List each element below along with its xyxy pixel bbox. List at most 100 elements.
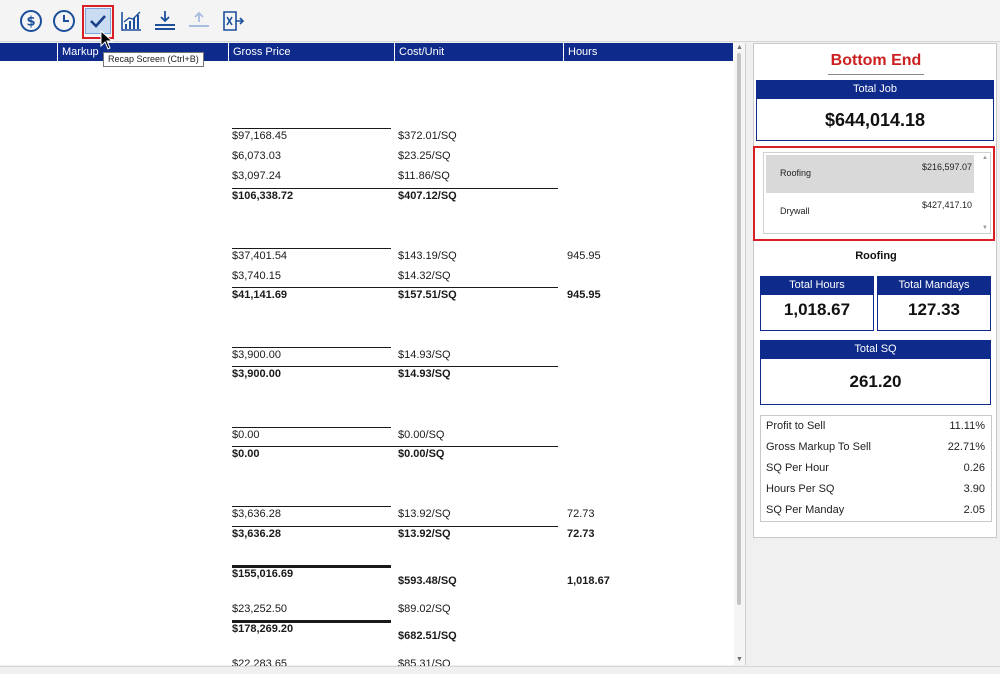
column-header-hours[interactable]: Hours — [563, 43, 733, 61]
stat-label: SQ Per Hour — [766, 462, 829, 474]
total-rule — [232, 427, 391, 428]
tooltip: Recap Screen (Ctrl+B) — [103, 52, 204, 67]
total-rule — [232, 248, 391, 249]
stat-label: Profit to Sell — [766, 420, 826, 432]
gross-price-cell: $106,338.72 — [232, 190, 294, 202]
total-job-header: Total Job — [756, 80, 994, 99]
hours-cell: 945.95 — [567, 289, 601, 301]
total-sq-header: Total SQ — [760, 340, 991, 359]
dollar-icon: $ — [20, 10, 42, 32]
selected-trade-label: Roofing — [855, 250, 897, 262]
stat-row: Hours Per SQ 3.90 — [761, 479, 993, 500]
stat-row: Gross Markup To Sell 22.71% — [761, 437, 993, 458]
trade-list[interactable]: Roofing $216,597.07 Drywall $427,417.10 … — [763, 152, 991, 234]
export-excel-icon — [223, 11, 245, 31]
grid-scrollbar[interactable]: ▲ ▼ — [734, 43, 745, 665]
gross-price-cell: $3,900.00 — [232, 368, 281, 380]
trade-value: $216,597.07 — [921, 162, 972, 172]
scroll-down-icon[interactable]: ▼ — [734, 655, 745, 665]
download-icon — [155, 11, 175, 30]
hours-cell: 1,018.67 — [567, 575, 610, 587]
cost-unit-cell: $89.02/SQ — [398, 603, 451, 615]
trade-name: Drywall — [780, 206, 810, 216]
stat-label: Hours Per SQ — [766, 483, 835, 495]
trade-item-roofing[interactable]: Roofing $216,597.07 — [766, 155, 974, 193]
upload-icon — [189, 11, 209, 27]
gross-price-cell: $3,740.15 — [232, 270, 281, 282]
cost-unit-cell: $0.00/SQ — [398, 448, 445, 460]
clock-button[interactable] — [51, 8, 77, 34]
gross-price-cell: $23,252.50 — [232, 603, 288, 615]
scroll-up-icon[interactable]: ▲ — [981, 155, 989, 161]
cost-unit-cell: $372.01/SQ — [398, 130, 457, 142]
cost-unit-cell: $407.12/SQ — [398, 190, 457, 202]
gross-price-cell: $0.00 — [232, 448, 260, 460]
stat-row: SQ Per Manday 2.05 — [761, 500, 993, 521]
chart-button[interactable] — [118, 8, 144, 34]
column-header-cost-unit[interactable]: Cost/Unit — [394, 43, 563, 61]
panel-title: Bottom End — [830, 52, 922, 69]
title-underline — [828, 74, 924, 75]
gross-price-cell: $37,401.54 — [232, 250, 288, 262]
total-rule — [232, 366, 558, 367]
gross-price-cell: $3,636.28 — [232, 528, 281, 540]
scroll-thumb[interactable] — [737, 53, 741, 605]
total-hours-header: Total Hours — [760, 276, 874, 295]
cost-unit-cell: $0.00/SQ — [398, 429, 445, 441]
export-excel-button[interactable] — [220, 8, 246, 34]
stat-value: 2.05 — [963, 504, 985, 516]
column-header-gross-price[interactable]: Gross Price — [228, 43, 394, 61]
cost-unit-cell: $23.25/SQ — [398, 150, 451, 162]
stat-label: Gross Markup To Sell — [766, 441, 871, 453]
total-rule — [232, 287, 558, 288]
dollar-button[interactable]: $ — [18, 8, 44, 34]
total-rule — [232, 446, 558, 447]
cost-unit-cell: $11.86/SQ — [398, 170, 450, 182]
gross-price-cell: $97,168.45 — [232, 130, 288, 142]
scroll-up-icon[interactable]: ▲ — [734, 43, 745, 53]
gross-price-cell: $41,141.69 — [232, 289, 288, 301]
gross-price-cell: $3,636.28 — [232, 508, 281, 520]
stat-row: SQ Per Hour 0.26 — [761, 458, 993, 479]
stats-box: Profit to Sell 11.11% Gross Markup To Se… — [760, 415, 992, 522]
recap-screen: $ Recap Screen (Ctrl+B) Markup Gross Pri… — [0, 0, 1000, 674]
chart-icon — [121, 11, 141, 31]
total-rule — [232, 526, 558, 527]
hours-cell: 72.73 — [567, 508, 595, 520]
trade-list-scrollbar[interactable]: ▲ ▼ — [981, 155, 989, 231]
cost-unit-cell: $143.19/SQ — [398, 250, 457, 262]
cost-unit-cell: $13.92/SQ — [398, 528, 451, 540]
total-rule — [232, 188, 558, 189]
stat-value: 11.11% — [949, 420, 985, 432]
trade-item-drywall[interactable]: Drywall $427,417.10 — [766, 193, 974, 231]
clock-icon — [53, 10, 75, 32]
total-hours-value: 1,018.67 — [760, 295, 874, 331]
total-mandays-header: Total Mandays — [877, 276, 991, 295]
bottom-end-panel: Bottom End Total Job $644,014.18 Roofing… — [753, 43, 997, 538]
download-button[interactable] — [152, 8, 178, 34]
total-mandays-value: 127.33 — [877, 295, 991, 331]
stat-value: 0.26 — [963, 462, 985, 474]
cost-unit-cell: $13.92/SQ — [398, 508, 451, 520]
cost-unit-cell: $14.93/SQ — [398, 349, 451, 361]
scroll-down-icon[interactable]: ▼ — [981, 225, 989, 231]
gross-price-cell: $0.00 — [232, 429, 260, 441]
total-rule — [232, 128, 391, 129]
total-rule — [232, 506, 391, 507]
trade-name: Roofing — [780, 168, 812, 178]
stat-row: Profit to Sell 11.11% — [761, 416, 993, 437]
cost-unit-cell: $157.51/SQ — [398, 289, 457, 301]
gross-price-cell: $3,097.24 — [232, 170, 281, 182]
stat-value: 22.71% — [947, 441, 985, 453]
status-bar — [0, 666, 1000, 674]
mouse-cursor-icon — [100, 30, 114, 50]
svg-text:$: $ — [26, 15, 35, 30]
hours-cell: 72.73 — [567, 528, 595, 540]
total-sq-value: 261.20 — [760, 359, 991, 405]
upload-button[interactable] — [186, 8, 212, 34]
gross-price-cell: $6,073.03 — [232, 150, 281, 162]
cost-unit-cell: $14.32/SQ — [398, 270, 451, 282]
cost-unit-cell: $682.51/SQ — [398, 630, 457, 642]
recap-grid: Markup Gross Price Cost/Unit Hours $97,1… — [0, 43, 746, 670]
cost-unit-cell: $14.93/SQ — [398, 368, 451, 380]
